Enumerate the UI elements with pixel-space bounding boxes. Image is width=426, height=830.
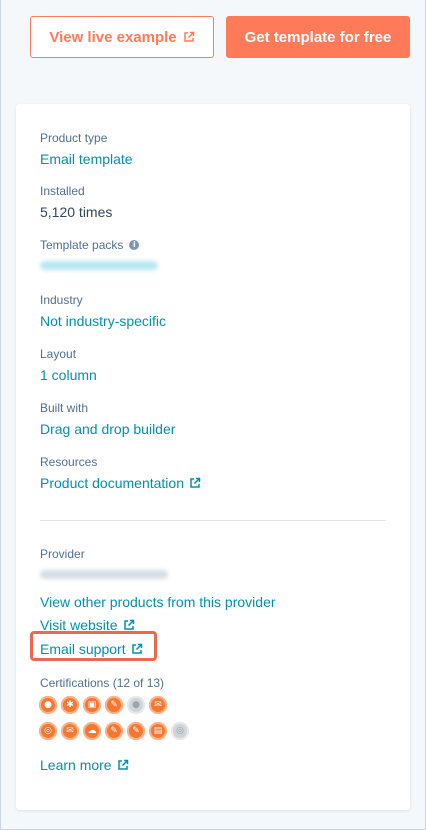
- product-details-card: Product type Email template Installed 5,…: [16, 104, 410, 810]
- installed-label: Installed: [40, 184, 85, 198]
- installed-section: Installed 5,120 times: [40, 183, 112, 222]
- email-support-row: Email support: [40, 636, 143, 659]
- provider-name-blurred: [40, 570, 168, 579]
- installed-value: 5,120 times: [40, 204, 113, 220]
- built-with-section: Built with Drag and drop builder: [40, 400, 175, 439]
- certifications-row-1: ● ✱ ▣ ✎ ● ✉: [39, 696, 167, 714]
- industry-section: Industry Not industry-specific: [40, 292, 166, 331]
- external-link-icon: [131, 643, 142, 654]
- external-link-icon: [123, 619, 134, 630]
- built-with-link[interactable]: Drag and drop builder: [40, 419, 175, 439]
- cert-icon[interactable]: ◎: [39, 722, 57, 740]
- provider-section: Provider: [40, 546, 168, 579]
- cert-icon-disabled[interactable]: ◎: [171, 722, 189, 740]
- external-link-icon: [190, 477, 201, 488]
- template-packs-label-row: Template packs i: [40, 237, 158, 253]
- resources-label: Resources: [40, 455, 98, 469]
- product-type-link[interactable]: Email template: [40, 149, 133, 169]
- cert-icon[interactable]: ✎: [127, 722, 145, 740]
- view-live-example-button[interactable]: View live example: [30, 16, 214, 58]
- industry-link[interactable]: Not industry-specific: [40, 311, 166, 331]
- built-with-label: Built with: [40, 401, 89, 415]
- provider-label: Provider: [40, 547, 85, 561]
- template-packs-section: Template packs i: [40, 237, 158, 270]
- product-documentation-label: Product documentation: [40, 475, 184, 491]
- view-other-products-row: View other products from this provider: [40, 589, 276, 612]
- learn-more-row: Learn more: [40, 752, 129, 775]
- product-type-label: Product type: [40, 131, 108, 145]
- view-live-example-label: View live example: [49, 28, 177, 46]
- certifications-section: Certifications (12 of 13): [40, 675, 164, 691]
- cert-icon-disabled[interactable]: ●: [127, 696, 145, 714]
- cert-icon[interactable]: ✎: [105, 696, 123, 714]
- layout-link[interactable]: 1 column: [40, 365, 97, 385]
- view-other-products-link[interactable]: View other products from this provider: [40, 592, 276, 612]
- template-packs-label: Template packs: [40, 238, 124, 252]
- template-pack-link-blurred[interactable]: [40, 261, 158, 270]
- external-link-icon: [183, 31, 194, 42]
- section-divider: [40, 520, 386, 521]
- product-documentation-link[interactable]: Product documentation: [40, 473, 201, 493]
- cert-icon[interactable]: ✉: [61, 722, 79, 740]
- resources-section: Resources Product documentation: [40, 454, 201, 493]
- learn-more-label: Learn more: [40, 757, 112, 773]
- product-type-section: Product type Email template: [40, 130, 133, 169]
- industry-label: Industry: [40, 293, 83, 307]
- certifications-label: Certifications (12 of 13): [40, 676, 165, 690]
- cert-icon[interactable]: ✎: [105, 722, 123, 740]
- cert-icon[interactable]: ✉: [149, 696, 167, 714]
- learn-more-link[interactable]: Learn more: [40, 755, 129, 775]
- info-icon[interactable]: i: [129, 240, 140, 250]
- get-template-button[interactable]: Get template for free: [226, 16, 410, 58]
- cert-icon[interactable]: ☁: [83, 722, 101, 740]
- get-template-label: Get template for free: [244, 28, 392, 46]
- email-support-link[interactable]: Email support: [40, 639, 143, 659]
- cert-icon[interactable]: ●: [39, 696, 57, 714]
- layout-label: Layout: [40, 347, 77, 361]
- certifications-row-2: ◎ ✉ ☁ ✎ ✎ ▤ ◎: [39, 722, 189, 740]
- email-support-label: Email support: [40, 641, 126, 657]
- external-link-icon: [117, 759, 128, 770]
- cert-icon[interactable]: ✱: [61, 696, 79, 714]
- cert-icon[interactable]: ▣: [83, 696, 101, 714]
- layout-section: Layout 1 column: [40, 346, 97, 385]
- cert-icon[interactable]: ▤: [149, 722, 167, 740]
